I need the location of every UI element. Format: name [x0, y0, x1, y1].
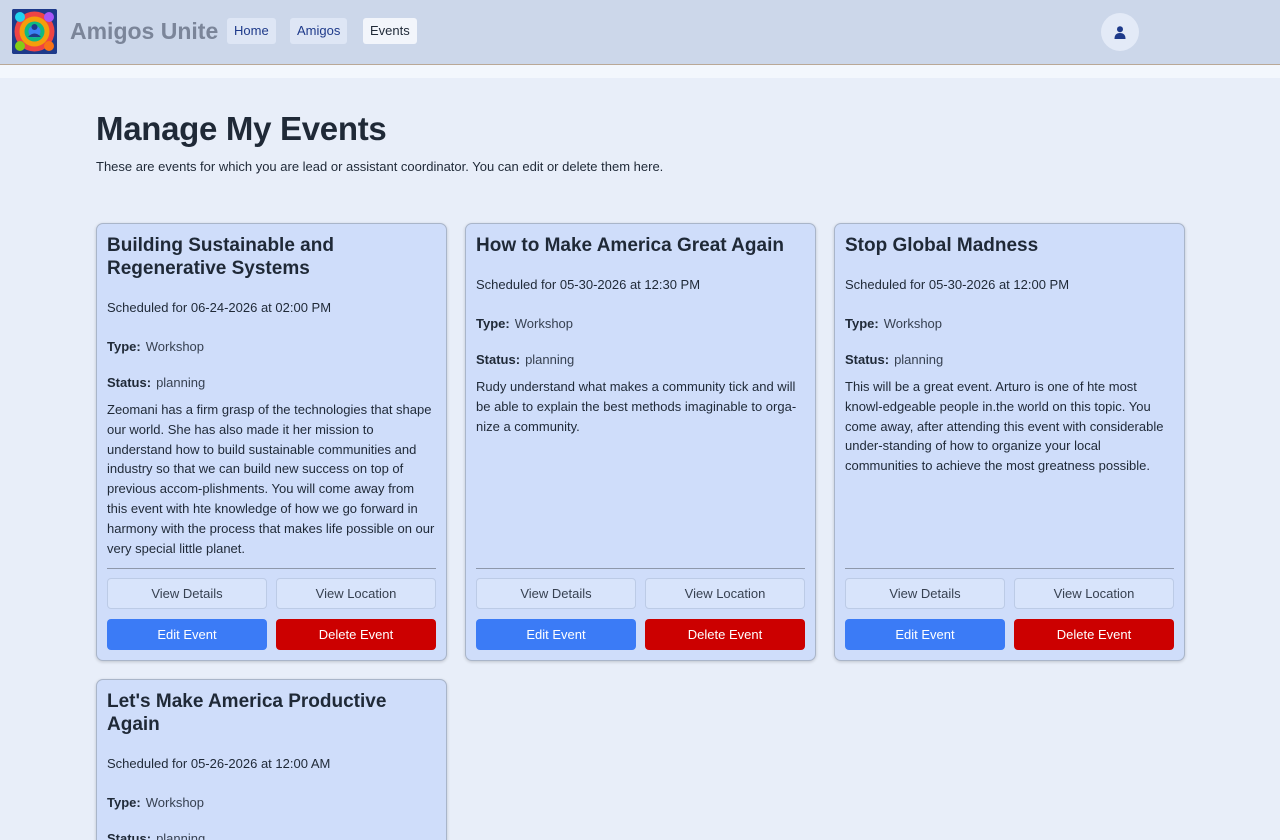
event-type: Type: Workshop: [476, 316, 805, 331]
card-divider: [845, 568, 1174, 569]
view-location-button[interactable]: View Location: [1014, 578, 1174, 609]
event-schedule: Scheduled for 05-30-2026 at 12:00 PM: [845, 277, 1070, 292]
status-value: planning: [525, 352, 575, 367]
status-value: planning: [894, 352, 944, 367]
card-divider: [476, 568, 805, 569]
view-details-button[interactable]: View Details: [107, 578, 267, 609]
event-type: Type: Workshop: [107, 339, 436, 354]
event-schedule: Scheduled for 06-24-2026 at 02:00 PM: [107, 300, 332, 315]
status-label: Status:: [476, 352, 521, 367]
top-navbar: Amigos Unite Home Amigos Events: [0, 0, 1280, 65]
event-type: Type: Workshop: [107, 795, 436, 810]
nav-amigos[interactable]: Amigos: [290, 18, 348, 44]
event-card: How to Make America Great Again Schedule…: [465, 223, 816, 661]
delete-event-button[interactable]: Delete Event: [645, 619, 805, 650]
user-icon: [1114, 25, 1126, 39]
delete-event-button[interactable]: Delete Event: [276, 619, 436, 650]
event-title: How to Make America Great Again: [476, 235, 784, 256]
nav-events[interactable]: Events: [363, 18, 417, 44]
status-label: Status:: [107, 831, 152, 840]
page-description: These are events for which you are lead …: [96, 159, 664, 174]
edit-event-button[interactable]: Edit Event: [845, 619, 1005, 650]
status-label: Status:: [107, 375, 152, 390]
view-location-button[interactable]: View Location: [276, 578, 436, 609]
event-description: Zeomani has a firm grasp of the technolo…: [107, 402, 435, 556]
event-card: Stop Global Madness Scheduled for 05-30-…: [834, 223, 1185, 661]
type-label: Type:: [476, 316, 510, 331]
brand-name[interactable]: Amigos Unite: [70, 18, 218, 45]
event-title: Building Sustainable and Regenerative Sy…: [107, 235, 334, 279]
event-status: Status: planning: [845, 352, 1174, 367]
delete-event-button[interactable]: Delete Event: [1014, 619, 1174, 650]
event-card: Let's Make America Productive Again Sche…: [96, 679, 447, 840]
status-value: planning: [156, 375, 206, 390]
event-schedule: Scheduled for 05-30-2026 at 12:30 PM: [476, 277, 701, 292]
view-details-button[interactable]: View Details: [845, 578, 1005, 609]
nav-home[interactable]: Home: [227, 18, 276, 44]
type-value: Workshop: [145, 795, 205, 810]
status-label: Status:: [845, 352, 890, 367]
view-details-button[interactable]: View Details: [476, 578, 636, 609]
type-label: Type:: [107, 339, 141, 354]
event-status: Status: planning: [476, 352, 805, 367]
amigos-logo-icon[interactable]: [12, 9, 57, 54]
profile-button[interactable]: [1101, 13, 1139, 51]
event-status: Status: planning: [107, 375, 436, 390]
event-schedule: Scheduled for 05-26-2026 at 12:00 AM: [107, 756, 331, 771]
view-location-button[interactable]: View Location: [645, 578, 805, 609]
card-divider: [107, 568, 436, 569]
edit-event-button[interactable]: Edit Event: [107, 619, 267, 650]
type-value: Workshop: [514, 316, 574, 331]
event-title: Let's Make America Productive Again: [107, 691, 387, 735]
type-value: Workshop: [145, 339, 205, 354]
page-title: Manage My Events: [96, 110, 387, 147]
type-label: Type:: [845, 316, 879, 331]
event-title: Stop Global Madness: [845, 235, 1039, 256]
event-type: Type: Workshop: [845, 316, 1174, 331]
event-description: This will be a great event. Arturo is on…: [845, 379, 1164, 474]
header-subbar: [0, 65, 1280, 78]
event-status: Status: planning: [107, 831, 436, 840]
event-description: Rudy understand what makes a community t…: [476, 379, 797, 434]
type-value: Workshop: [883, 316, 943, 331]
type-label: Type:: [107, 795, 141, 810]
edit-event-button[interactable]: Edit Event: [476, 619, 636, 650]
status-value: planning: [156, 831, 206, 840]
event-card: Building Sustainable and Regenerative Sy…: [96, 223, 447, 661]
